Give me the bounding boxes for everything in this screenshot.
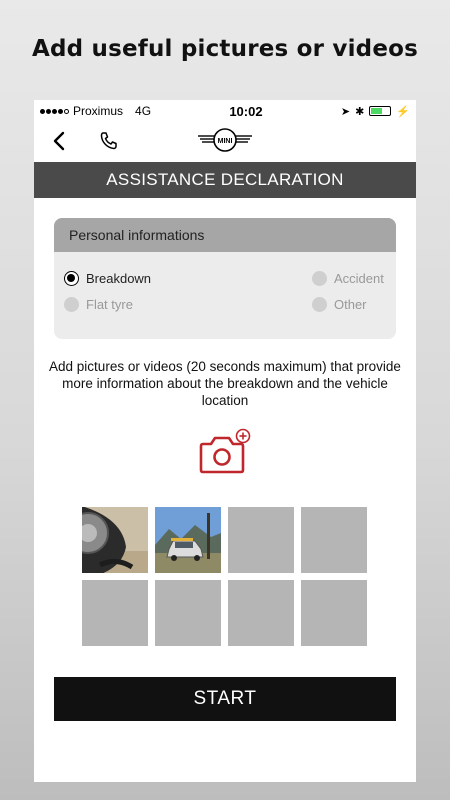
mini-logo: MINI	[196, 127, 254, 153]
back-button[interactable]	[50, 129, 70, 153]
media-slot-empty[interactable]	[155, 580, 221, 646]
flat-tyre-photo	[82, 507, 148, 573]
status-bar: Proximus 4G 10:02 ➤ ✱ ⚡	[34, 100, 416, 122]
nav-bar: MINI	[34, 122, 416, 160]
media-slot-empty[interactable]	[301, 507, 367, 573]
radio-indicator	[64, 271, 79, 286]
radio-label: Accident	[334, 271, 384, 286]
media-thumbnail-car[interactable]	[155, 507, 221, 573]
radio-indicator	[312, 271, 327, 286]
radio-breakdown[interactable]: Breakdown	[64, 271, 151, 286]
media-thumbnail-tyre[interactable]	[82, 507, 148, 573]
media-slot-empty[interactable]	[228, 507, 294, 573]
phone-screen: Proximus 4G 10:02 ➤ ✱ ⚡ MINI ASSISTANCE …	[34, 100, 416, 782]
battery-icon	[369, 106, 392, 116]
start-button[interactable]: START	[54, 677, 396, 721]
signal-icon	[40, 108, 69, 114]
radio-label: Flat tyre	[86, 297, 133, 312]
radio-other[interactable]: Other	[312, 297, 367, 312]
radio-accident[interactable]: Accident	[312, 271, 384, 286]
svg-text:MINI: MINI	[218, 138, 233, 145]
media-instructions: Add pictures or videos (20 seconds maxim…	[49, 359, 401, 408]
page-title: ASSISTANCE DECLARATION	[34, 162, 416, 198]
media-slot-empty[interactable]	[82, 580, 148, 646]
location-icon: ➤	[340, 105, 351, 118]
status-time: 10:02	[229, 103, 263, 119]
radio-label: Other	[334, 297, 367, 312]
radio-label: Breakdown	[86, 271, 152, 286]
personal-info-header: Personal informations	[54, 218, 396, 252]
personal-info-card: Personal informations Breakdown Accident…	[54, 218, 396, 339]
call-button[interactable]	[98, 130, 118, 152]
add-camera-icon	[199, 428, 251, 474]
carrier-label: Proximus	[73, 104, 124, 118]
incident-type-group: Breakdown Accident Flat tyre Other	[54, 252, 396, 339]
chevron-left-icon	[53, 131, 65, 151]
radio-flat-tyre[interactable]: Flat tyre	[64, 297, 133, 312]
network-label: 4G	[135, 104, 152, 118]
car-location-photo	[155, 507, 221, 573]
charging-icon: ⚡	[396, 105, 410, 118]
phone-icon	[100, 132, 117, 150]
radio-indicator	[312, 297, 327, 312]
media-slot-empty[interactable]	[228, 580, 294, 646]
radio-indicator	[64, 297, 79, 312]
media-thumbnail-grid	[82, 507, 372, 646]
promo-title: Add useful pictures or videos	[31, 36, 419, 62]
add-media-button[interactable]	[197, 427, 253, 477]
media-slot-empty[interactable]	[301, 580, 367, 646]
bluetooth-icon: ✱	[355, 105, 365, 118]
